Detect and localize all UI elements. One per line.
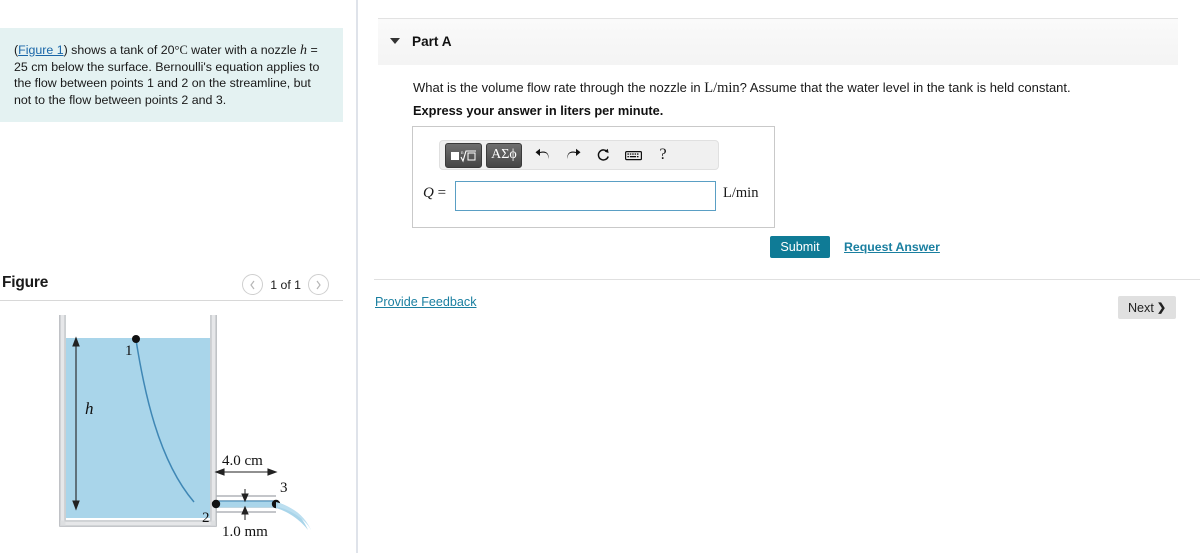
- height-label: h: [85, 399, 94, 418]
- next-button-label: Next: [1127, 300, 1154, 315]
- chevron-left-icon: [250, 280, 255, 289]
- next-button[interactable]: Next ❯: [1118, 296, 1176, 319]
- tank-nozzle-diagram: h 1 2 3 4.0 cm 1.0 mm: [59, 315, 312, 540]
- equals-sign: =: [437, 185, 447, 201]
- nozzle-length-dimension: [214, 468, 278, 476]
- request-answer-link[interactable]: Request Answer: [844, 240, 940, 254]
- answer-variable-label: Q =: [423, 185, 446, 202]
- reset-circular-arrow-icon[interactable]: [590, 144, 616, 167]
- figure-counter: 1 of 1: [270, 277, 301, 292]
- variable-q: Q: [423, 185, 434, 201]
- part-a-header[interactable]: Part A: [378, 18, 1178, 65]
- problem-text-mid: water with a nozzle: [187, 43, 300, 57]
- answer-input[interactable]: [455, 181, 716, 211]
- problem-body: below the surface. Bernoulli's equation …: [14, 60, 320, 107]
- redo-arrow-glyph: [567, 148, 581, 159]
- undo-arrow-glyph: [535, 148, 549, 159]
- figure-next-button[interactable]: [308, 274, 329, 295]
- h-symbol: h: [300, 43, 307, 58]
- greek-symbols-button[interactable]: ΑΣϕ: [486, 142, 522, 168]
- math-template-button[interactable]: n: [445, 142, 482, 168]
- left-panel: (Figure 1) shows a tank of 20°C water wi…: [0, 0, 357, 553]
- figure-title: Figure: [2, 274, 49, 291]
- bottom-divider: [374, 279, 1200, 280]
- nozzle-water: [216, 500, 276, 508]
- chevron-right-icon: [316, 280, 321, 289]
- figure-navigation: 1 of 1: [242, 274, 329, 295]
- problem-text-after-link: ) shows a tank of 20: [63, 43, 175, 57]
- answer-instruction: Express your answer in liters per minute…: [413, 103, 664, 118]
- problem-statement: (Figure 1) shows a tank of 20°C water wi…: [0, 28, 343, 122]
- math-help-icon[interactable]: ?: [650, 144, 676, 167]
- temperature-unit: C: [179, 43, 188, 57]
- svg-text:n: n: [461, 151, 464, 156]
- question-unit: L/min: [704, 80, 740, 96]
- keyboard-icon[interactable]: [620, 144, 646, 167]
- water-body: [66, 338, 210, 518]
- caret-down-icon[interactable]: [390, 38, 400, 44]
- point-2-label: 2: [202, 510, 210, 526]
- figure-prev-button[interactable]: [242, 274, 264, 295]
- undo-arrow-icon[interactable]: [530, 144, 556, 167]
- question-text-post: ? Assume that the water level in the tan…: [739, 80, 1071, 95]
- nozzle-diameter-label: 1.0 mm: [222, 524, 268, 540]
- question-text-pre: What is the volume flow rate through the…: [413, 80, 705, 95]
- figure-divider: [0, 300, 343, 301]
- point-1-label: 1: [125, 343, 133, 359]
- chevron-right-icon: ❯: [1156, 302, 1167, 314]
- provide-feedback-link[interactable]: Provide Feedback: [375, 295, 477, 309]
- sqrt-template-icon: n: [450, 149, 476, 162]
- redo-arrow-icon[interactable]: [560, 144, 586, 167]
- math-toolbar: n ΑΣϕ ?: [439, 140, 719, 170]
- keyboard-glyph: [624, 150, 642, 160]
- question-text: What is the volume flow rate through the…: [413, 79, 1173, 97]
- point-3-label: 3: [280, 480, 288, 496]
- answer-unit-label: L/min: [723, 185, 759, 201]
- right-panel: Part A What is the volume flow rate thro…: [358, 0, 1200, 553]
- reset-glyph: [597, 148, 609, 161]
- answer-entry-box: n ΑΣϕ ? Q = L/min: [412, 126, 775, 228]
- point-2-marker: [211, 499, 221, 509]
- point-1-marker: [132, 335, 140, 343]
- nozzle-length-label: 4.0 cm: [222, 453, 263, 469]
- figure-1-link[interactable]: Figure 1: [18, 43, 63, 57]
- submit-button[interactable]: Submit: [770, 236, 830, 258]
- part-a-title: Part A: [412, 34, 452, 49]
